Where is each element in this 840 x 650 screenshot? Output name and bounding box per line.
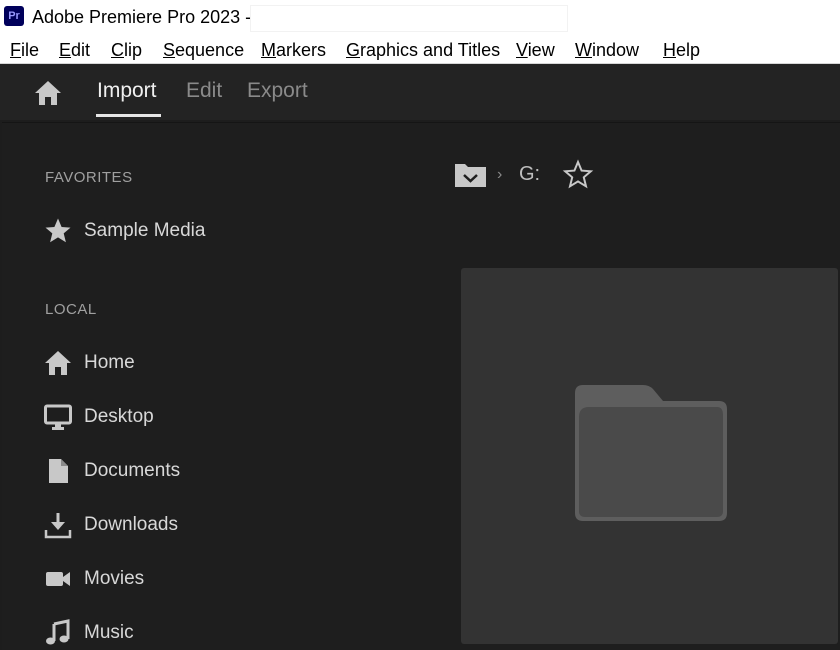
sidebar-item-label: Music <box>84 622 134 643</box>
sidebar-item-label: Documents <box>84 460 181 481</box>
favorites-heading: FAVORITES <box>45 169 133 186</box>
monitor-icon <box>44 403 72 431</box>
document-icon <box>44 457 72 485</box>
menu-help[interactable]: Help <box>663 40 700 61</box>
location-folder-dropdown[interactable] <box>453 160 489 190</box>
home-icon <box>35 81 61 105</box>
sidebar-item-label: Home <box>84 352 135 373</box>
menu-file[interactable]: File <box>10 40 39 61</box>
menu-markers[interactable]: Markers <box>261 40 326 61</box>
sidebar-item-label: Movies <box>84 568 145 589</box>
tab-edit[interactable]: Edit <box>186 79 222 103</box>
sidebar-item-label: Desktop <box>84 406 154 427</box>
location-path[interactable]: G: <box>519 163 540 186</box>
tab-import[interactable]: Import <box>97 79 157 103</box>
breadcrumb-separator: › <box>497 166 503 183</box>
sidebar-item-sample-media[interactable]: Sample Media <box>44 215 324 247</box>
local-heading: LOCAL <box>45 301 97 318</box>
star-icon <box>44 217 72 245</box>
menu-edit[interactable]: Edit <box>59 40 90 61</box>
menu-view[interactable]: View <box>516 40 555 61</box>
star-outline-icon <box>562 159 594 189</box>
preview-panel <box>461 268 838 644</box>
menu-sequence[interactable]: Sequence <box>163 40 244 61</box>
home-button[interactable] <box>34 80 62 106</box>
title-project-field <box>250 5 568 32</box>
tab-export[interactable]: Export <box>247 79 308 103</box>
menu-bar: File Edit Clip Sequence Markers Graphics… <box>0 34 840 64</box>
active-tab-indicator <box>96 114 161 117</box>
title-bar: Pr Adobe Premiere Pro 2023 - <box>0 0 840 34</box>
music-note-icon <box>44 619 72 647</box>
sidebar-item-movies[interactable]: Movies <box>44 563 324 595</box>
sidebar-item-home[interactable]: Home <box>44 347 324 379</box>
sidebar-item-desktop[interactable]: Desktop <box>44 401 324 433</box>
window-title: Adobe Premiere Pro 2023 - <box>32 7 252 27</box>
home-icon <box>44 349 72 377</box>
favorite-location-button[interactable] <box>562 159 594 191</box>
sidebar-item-documents[interactable]: Documents <box>44 455 324 487</box>
menu-window[interactable]: Window <box>575 40 639 61</box>
download-icon <box>44 511 72 539</box>
folder-icon <box>571 383 731 525</box>
workspace-header: Import Edit Export <box>0 64 840 120</box>
folder-dropdown-icon <box>455 164 486 187</box>
menu-clip[interactable]: Clip <box>111 40 142 61</box>
video-camera-icon <box>44 565 72 593</box>
sidebar-item-music[interactable]: Music <box>44 617 324 649</box>
sidebar-item-label: Downloads <box>84 514 178 535</box>
sidebar-item-downloads[interactable]: Downloads <box>44 509 324 541</box>
premiere-app-icon: Pr <box>4 6 24 26</box>
menu-graphics-and-titles[interactable]: Graphics and Titles <box>346 40 500 61</box>
sidebar-item-label: Sample Media <box>84 220 206 241</box>
